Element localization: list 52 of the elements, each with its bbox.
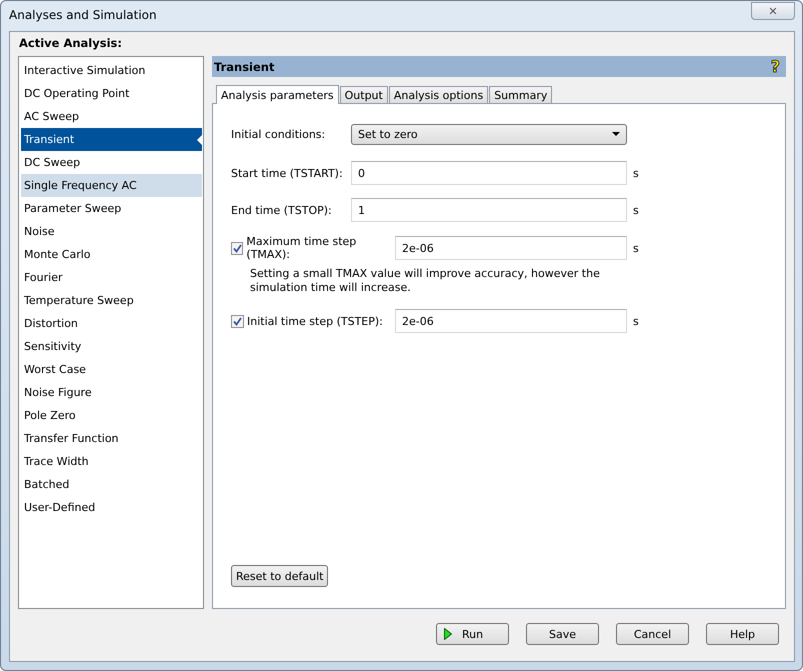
reset-button[interactable]: Reset to default (231, 565, 328, 587)
dialog-button[interactable]: Help (706, 623, 779, 645)
analysis-item[interactable]: AC Sweep (21, 105, 202, 128)
dialog-button[interactable]: Save (526, 623, 599, 645)
tab[interactable]: Summary (489, 86, 552, 103)
analysis-item[interactable]: Monte Carlo (21, 243, 202, 266)
analysis-item[interactable]: Batched (21, 473, 202, 496)
analysis-item[interactable]: Temperature Sweep (21, 289, 202, 312)
analysis-item[interactable]: Transient (21, 128, 202, 151)
analysis-item[interactable]: Worst Case (21, 358, 202, 381)
analysis-item[interactable]: Trace Width (21, 450, 202, 473)
analysis-item[interactable]: Distortion (21, 312, 202, 335)
analysis-item[interactable]: Transfer Function (21, 427, 202, 450)
sidebar-title: Active Analysis: (19, 36, 123, 50)
analysis-item[interactable]: User-Defined (21, 496, 202, 519)
checkbox[interactable] (231, 314, 244, 328)
unit-label: s (633, 166, 640, 180)
field-label: End time (TSTOP): (231, 204, 333, 216)
unit-label: s (633, 204, 640, 216)
field-label: Start time (TSTART): (231, 166, 344, 180)
dialog-button[interactable]: Cancel (616, 623, 689, 645)
analysis-item[interactable]: DC Sweep (21, 151, 202, 174)
tab[interactable]: Output (340, 86, 388, 103)
input-field[interactable]: 0 (351, 161, 627, 185)
analysis-item[interactable]: Noise Figure (21, 381, 202, 404)
unit-label: s (633, 314, 640, 328)
analysis-item[interactable]: Fourier (21, 266, 202, 289)
caret-icon (612, 132, 620, 136)
close-button[interactable]: ✕ (751, 2, 795, 20)
unit-label: s (633, 242, 640, 254)
input-field[interactable]: 2e-06 (395, 236, 627, 260)
tab[interactable]: Analysis parameters (216, 85, 339, 104)
play-icon (444, 628, 452, 640)
analysis-item[interactable]: Noise (21, 220, 202, 243)
dropdown[interactable]: Set to zero (351, 124, 627, 144)
window-title: Analyses and Simulation (9, 7, 157, 22)
analysis-item[interactable]: Parameter Sweep (21, 197, 202, 220)
analysis-item[interactable]: DC Operating Point (21, 82, 202, 105)
checkbox[interactable] (231, 242, 244, 254)
checkbox-label: Maximum time step (TMAX): (246, 235, 358, 261)
field-label: Initial conditions: (231, 128, 326, 140)
input-field[interactable]: 2e-06 (395, 309, 627, 333)
hint-text: Setting a small TMAX value will improve accuracy, however the simulation time will increase. (250, 267, 601, 295)
analysis-item[interactable]: Single Frequency AC (21, 174, 202, 197)
analysis-item[interactable]: Interactive Simulation (21, 59, 202, 82)
input-field[interactable]: 1 (351, 198, 627, 222)
analysis-item[interactable]: Sensitivity (21, 335, 202, 358)
run-button[interactable]: Run (436, 623, 509, 645)
tab[interactable]: Analysis options (388, 86, 488, 103)
panel-title: Transient (214, 60, 274, 74)
analysis-item[interactable]: Pole Zero (21, 404, 202, 427)
checkbox-label: Initial time step (TSTEP): (247, 314, 383, 328)
